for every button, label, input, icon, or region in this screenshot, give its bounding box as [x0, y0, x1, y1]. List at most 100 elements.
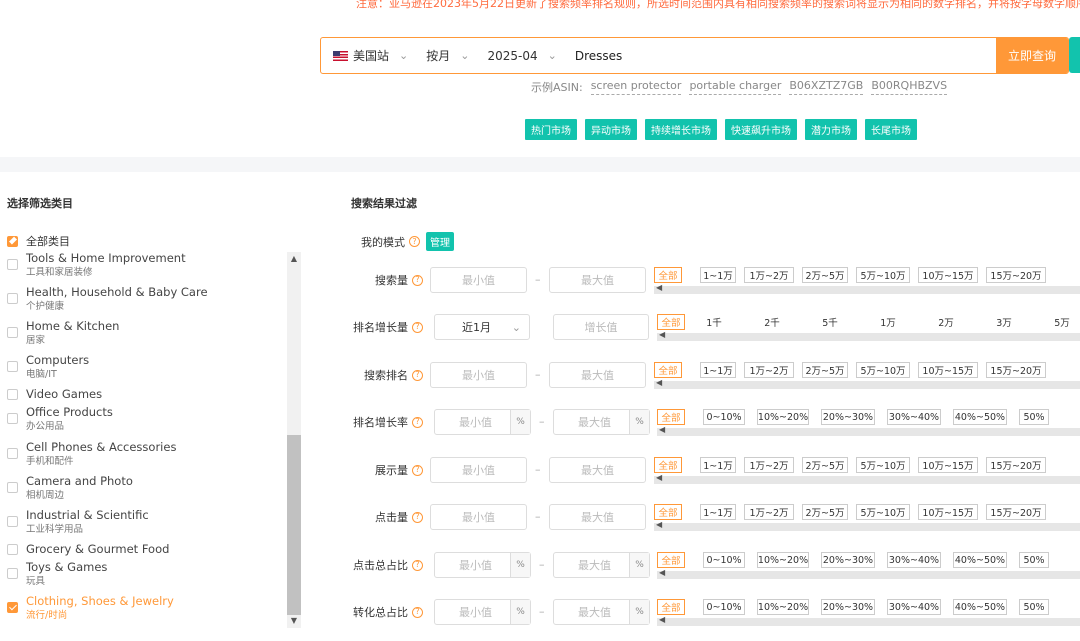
- range-option[interactable]: 5万~10万: [856, 362, 910, 378]
- max-percent-input[interactable]: 最大值%: [553, 552, 650, 578]
- range-option[interactable]: 10%~20%: [757, 409, 809, 425]
- range-option[interactable]: 1~1万: [700, 267, 736, 283]
- min-value-input[interactable]: 最小值: [430, 267, 527, 293]
- range-option[interactable]: 1万~2万: [744, 267, 794, 283]
- range-option[interactable]: 1万~2万: [744, 362, 794, 378]
- scroll-left-icon[interactable]: ◀: [656, 473, 662, 482]
- option-all[interactable]: 全部: [657, 552, 685, 568]
- checkbox-icon[interactable]: [7, 327, 18, 338]
- min-percent-input[interactable]: 最小值%: [434, 552, 531, 578]
- category-item[interactable]: Toys & Games 玩具: [7, 559, 107, 589]
- manage-button[interactable]: 管理: [426, 232, 454, 251]
- range-option[interactable]: 10万~15万: [918, 457, 978, 473]
- category-item[interactable]: Office Products 办公用品: [7, 404, 113, 434]
- range-option[interactable]: 5万~10万: [856, 267, 910, 283]
- range-option[interactable]: 30%~40%: [887, 409, 941, 425]
- min-percent-input[interactable]: 最小值%: [434, 409, 531, 435]
- option-all[interactable]: 全部: [657, 409, 685, 425]
- category-item[interactable]: Camera and Photo 相机周边: [7, 473, 133, 503]
- range-option[interactable]: 2万~5万: [802, 362, 848, 378]
- category-item[interactable]: Tools & Home Improvement 工具和家居装修: [7, 250, 186, 280]
- option-scrollbar[interactable]: ◀: [657, 425, 1080, 436]
- option-scrollbar[interactable]: ◀: [654, 520, 1080, 531]
- range-option[interactable]: 15万~20万: [986, 362, 1046, 378]
- category-item[interactable]: Grocery & Gourmet Food: [7, 541, 169, 557]
- min-value-input[interactable]: 最小值: [430, 504, 527, 530]
- scroll-left-icon[interactable]: ◀: [659, 568, 665, 577]
- help-icon[interactable]: ?: [412, 606, 423, 618]
- market-longtail-button[interactable]: 长尾市场: [865, 119, 917, 140]
- option-all[interactable]: 全部: [654, 362, 682, 378]
- help-icon[interactable]: ?: [412, 559, 423, 571]
- category-item[interactable]: Cell Phones & Accessories 手机和配件: [7, 439, 176, 469]
- range-option[interactable]: 0~10%: [703, 552, 745, 568]
- max-value-input[interactable]: 最大值: [549, 362, 646, 388]
- example-link[interactable]: B06XZTZ7GB: [789, 79, 864, 95]
- min-percent-input[interactable]: 最小值%: [434, 599, 531, 625]
- max-percent-input[interactable]: 最大值%: [553, 599, 650, 625]
- scroll-left-icon[interactable]: ◀: [656, 283, 662, 292]
- example-link[interactable]: B00RQHBZVS: [871, 79, 948, 95]
- market-surge-button[interactable]: 快速飙升市场: [725, 119, 797, 140]
- checkbox-icon[interactable]: [7, 568, 18, 579]
- range-option[interactable]: 10%~20%: [757, 552, 809, 568]
- range-option[interactable]: 15万~20万: [986, 457, 1046, 473]
- scroll-left-icon[interactable]: ◀: [659, 425, 665, 434]
- range-option[interactable]: 5万: [1051, 314, 1073, 330]
- market-hot-button[interactable]: 热门市场: [525, 119, 577, 140]
- option-scrollbar[interactable]: ◀: [657, 615, 1080, 626]
- scroll-left-icon[interactable]: ◀: [656, 520, 662, 529]
- range-option[interactable]: 3万: [993, 314, 1015, 330]
- example-link[interactable]: portable charger: [689, 79, 782, 95]
- range-option[interactable]: 10万~15万: [918, 504, 978, 520]
- option-all[interactable]: 全部: [654, 267, 682, 283]
- example-link[interactable]: screen protector: [590, 79, 682, 95]
- option-all[interactable]: 全部: [654, 504, 682, 520]
- scrollbar-thumb[interactable]: [287, 435, 301, 615]
- option-scrollbar[interactable]: ◀: [654, 283, 1080, 294]
- query-button[interactable]: 立即查询: [996, 38, 1068, 73]
- help-icon[interactable]: ?: [412, 274, 423, 286]
- range-option[interactable]: 15万~20万: [986, 504, 1046, 520]
- range-option[interactable]: 10万~15万: [918, 362, 978, 378]
- range-option[interactable]: 40%~50%: [953, 599, 1007, 615]
- range-option[interactable]: 0~10%: [703, 409, 745, 425]
- range-option[interactable]: 2万~5万: [802, 504, 848, 520]
- side-button[interactable]: [1069, 37, 1080, 73]
- range-option[interactable]: 30%~40%: [887, 552, 941, 568]
- option-all[interactable]: 全部: [657, 599, 685, 615]
- option-scrollbar[interactable]: ◀: [654, 378, 1080, 389]
- range-option[interactable]: 2万: [935, 314, 957, 330]
- max-value-input[interactable]: 最大值: [549, 267, 646, 293]
- help-icon[interactable]: ?: [412, 321, 423, 333]
- range-option[interactable]: 0~10%: [703, 599, 745, 615]
- range-option[interactable]: 40%~50%: [953, 552, 1007, 568]
- checkbox-icon[interactable]: [7, 482, 18, 493]
- max-percent-input[interactable]: 最大值%: [553, 409, 650, 435]
- help-icon[interactable]: ?: [409, 236, 420, 247]
- range-option[interactable]: 50%: [1019, 552, 1049, 568]
- checkbox-icon[interactable]: [7, 361, 18, 372]
- option-scrollbar[interactable]: ◀: [657, 568, 1080, 579]
- checkbox-icon[interactable]: [7, 516, 18, 527]
- scroll-left-icon[interactable]: ◀: [659, 615, 665, 624]
- market-anomaly-button[interactable]: 异动市场: [585, 119, 637, 140]
- checkbox-icon[interactable]: [7, 389, 18, 400]
- range-option[interactable]: 2万~5万: [802, 457, 848, 473]
- range-option[interactable]: 2千: [761, 314, 783, 330]
- checkbox-icon[interactable]: [7, 293, 18, 304]
- category-item[interactable]: Video Games: [7, 386, 102, 402]
- max-value-input[interactable]: 最大值: [549, 504, 646, 530]
- min-value-input[interactable]: 最小值: [430, 457, 527, 483]
- market-growth-button[interactable]: 持续增长市场: [645, 119, 717, 140]
- period-select[interactable]: 按月 ⌄: [426, 47, 469, 64]
- range-option[interactable]: 1万: [877, 314, 899, 330]
- range-option[interactable]: 10万~15万: [918, 267, 978, 283]
- checkbox-icon[interactable]: [7, 544, 18, 555]
- range-option[interactable]: 1~1万: [700, 362, 736, 378]
- range-option[interactable]: 5千: [819, 314, 841, 330]
- help-icon[interactable]: ?: [412, 464, 423, 476]
- checkbox-checked-icon[interactable]: [7, 602, 18, 613]
- option-scrollbar[interactable]: ◀: [657, 330, 1080, 341]
- category-item[interactable]: Clothing, Shoes & Jewelry 流行/时尚: [7, 593, 174, 623]
